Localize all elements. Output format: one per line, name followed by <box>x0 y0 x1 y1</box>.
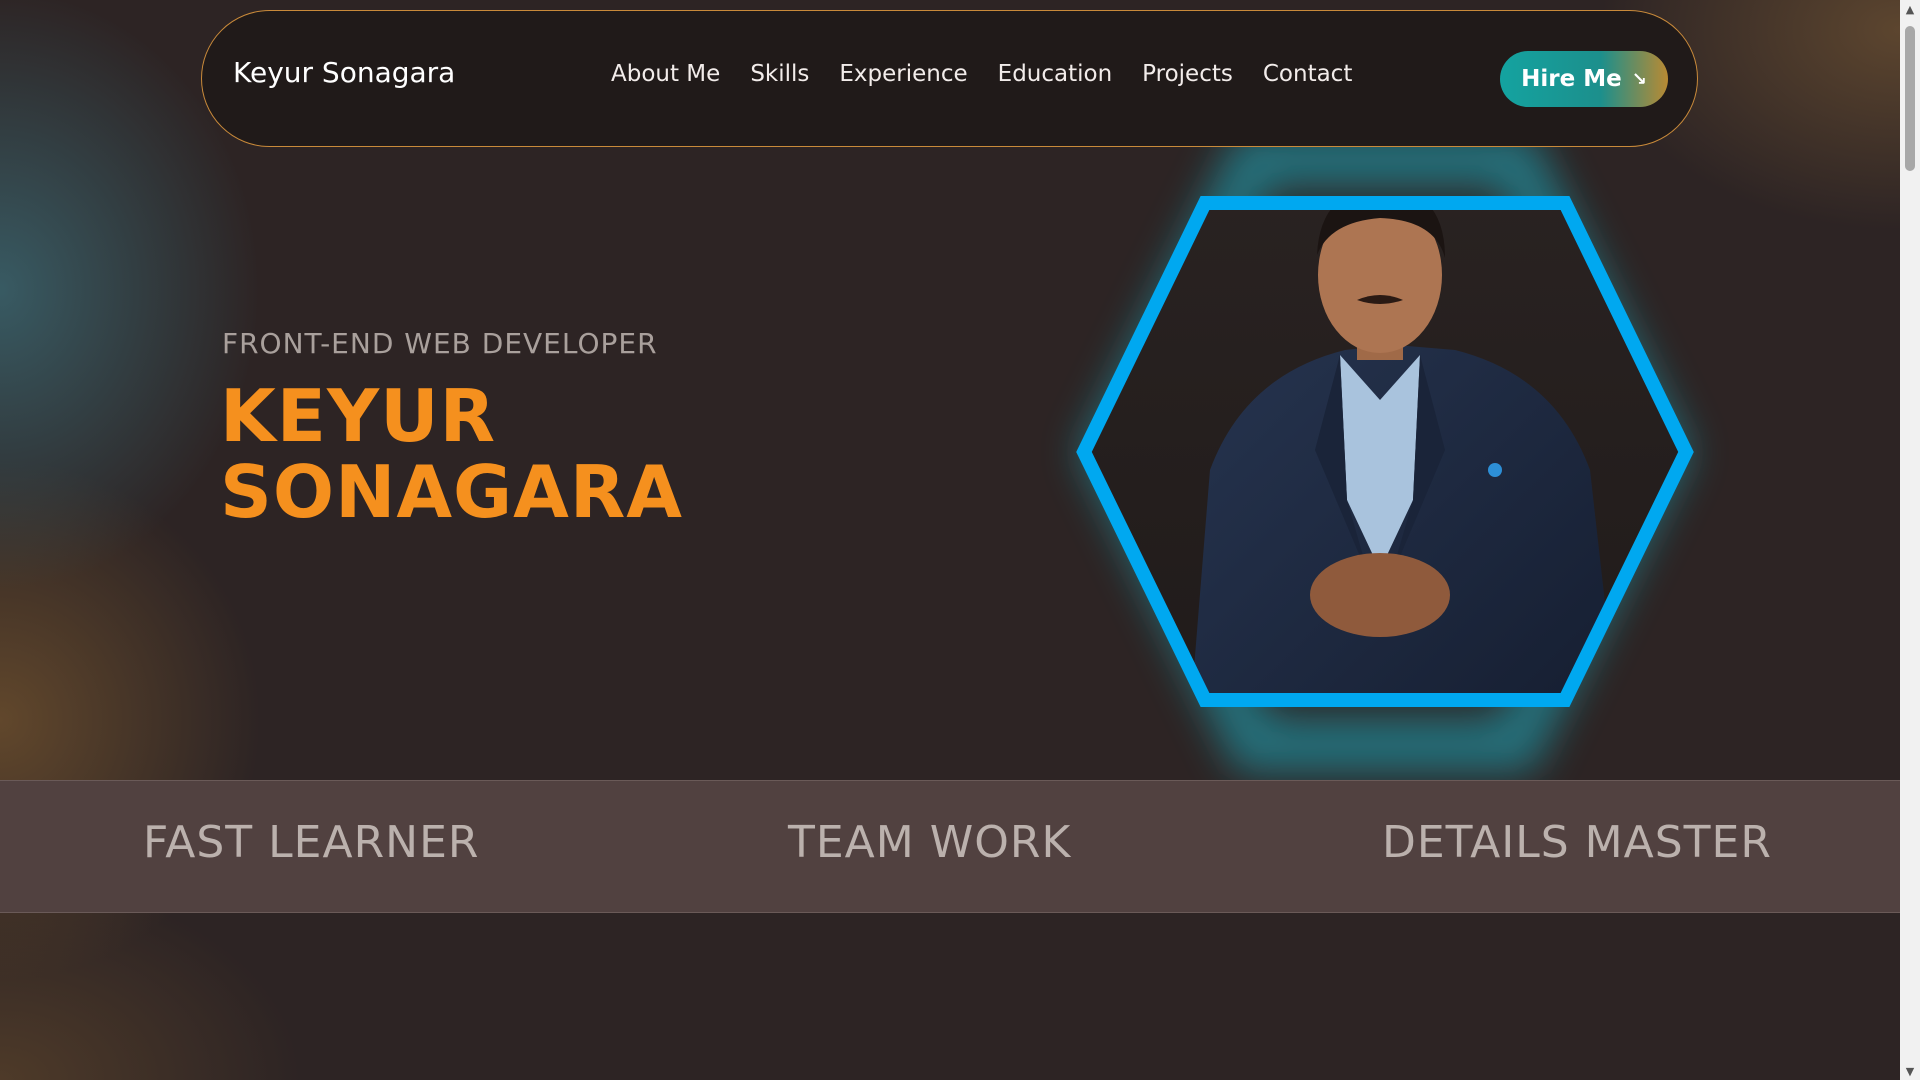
scroll-down-arrow-icon[interactable]: ▼ <box>1900 1062 1920 1080</box>
profile-photo <box>1084 203 1686 700</box>
profile-hexagon <box>1035 132 1715 780</box>
nav-link-projects[interactable]: Projects <box>1142 63 1233 86</box>
nav-link-about-me[interactable]: About Me <box>611 63 720 86</box>
nav-link-contact[interactable]: Contact <box>1263 63 1352 86</box>
page-scrollbar[interactable]: ▲ ▼ <box>1900 0 1920 1080</box>
hire-me-label: Hire Me <box>1521 66 1622 92</box>
scroll-up-arrow-icon[interactable]: ▲ <box>1900 0 1920 18</box>
navbar: Keyur Sonagara About Me Skills Experienc… <box>201 10 1698 147</box>
scrollbar-thumb[interactable] <box>1905 26 1915 171</box>
brand-logo-text[interactable]: Keyur Sonagara <box>233 59 455 87</box>
hero-name: KEYUR SONAGARA <box>220 378 820 530</box>
hero-subtitle: FRONT-END WEB DEVELOPER <box>222 327 658 360</box>
hero-name-line2: SONAGARA <box>220 450 684 534</box>
nav-link-skills[interactable]: Skills <box>750 63 809 86</box>
qualities-strip: FAST LEARNER TEAM WORK DETAILS MASTER <box>0 780 1900 913</box>
quality-details-master: DETAILS MASTER <box>1382 817 1772 868</box>
quality-team-work: TEAM WORK <box>788 817 1072 868</box>
nav-links: About Me Skills Experience Education Pro… <box>611 63 1352 86</box>
nav-link-experience[interactable]: Experience <box>839 63 967 86</box>
hire-me-button[interactable]: Hire Me ↘ <box>1500 51 1668 107</box>
nav-link-education[interactable]: Education <box>998 63 1113 86</box>
arrow-down-right-icon: ↘ <box>1631 68 1647 90</box>
hero-name-line1: KEYUR <box>220 374 497 458</box>
profile-hexagon-svg <box>1076 132 1694 773</box>
quality-fast-learner: FAST LEARNER <box>143 817 480 868</box>
